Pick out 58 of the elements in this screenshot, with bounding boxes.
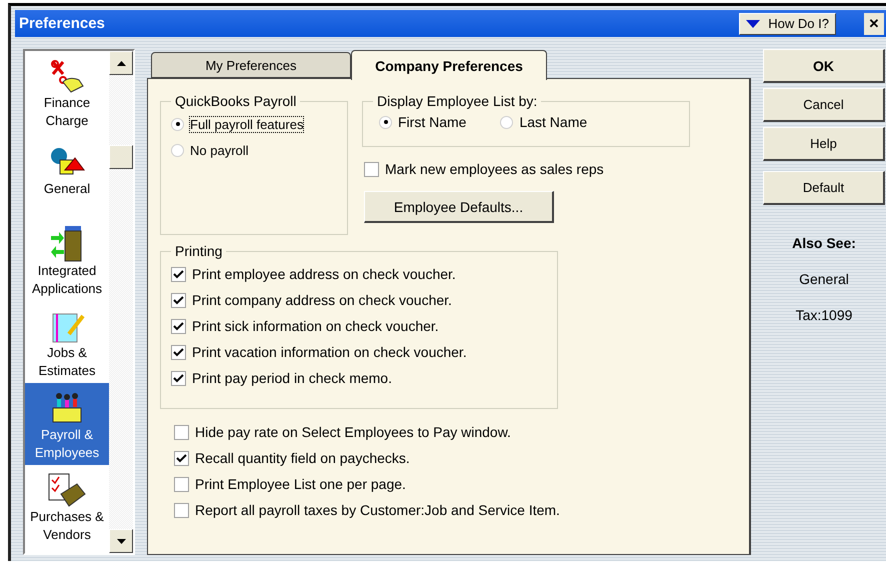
also-see-heading: Also See:: [792, 235, 856, 251]
checkbox-option[interactable]: Mark new employees as sales reps: [364, 153, 690, 185]
check-mark-icon: [173, 346, 184, 358]
dialog-button[interactable]: Help: [763, 127, 885, 161]
checkbox[interactable]: [171, 344, 186, 360]
check-mark-icon: [173, 294, 184, 306]
tab[interactable]: Company Preferences: [351, 50, 547, 80]
radio-option[interactable]: Last Name: [500, 111, 588, 133]
checkbox[interactable]: [171, 318, 186, 334]
checkbox-option[interactable]: Hide pay rate on Select Employees to Pay window.: [174, 419, 737, 445]
checkbox[interactable]: [174, 450, 189, 466]
checkbox-option[interactable]: Recall quantity field on paychecks.: [174, 445, 737, 471]
scroll-up-button[interactable]: [109, 51, 133, 75]
radio-button[interactable]: [500, 116, 514, 128]
check-mark-icon: [173, 320, 184, 332]
checkbox[interactable]: [174, 502, 189, 518]
checkbox[interactable]: [364, 162, 379, 176]
dialog-button[interactable]: OK: [763, 49, 885, 83]
checkbox-option[interactable]: Print company address on check voucher.: [171, 287, 547, 313]
down-arrow-icon: [116, 538, 126, 544]
checkbox-option[interactable]: Print pay period in check memo.: [171, 365, 547, 391]
dialog-button[interactable]: Cancel: [763, 88, 885, 122]
check-mark-icon: [173, 372, 184, 384]
also-see-link[interactable]: Tax:1099: [796, 307, 852, 323]
checkbox[interactable]: [171, 370, 186, 386]
checkbox-option[interactable]: Print employee address on check voucher.: [171, 261, 547, 287]
group-title: Printing: [174, 243, 224, 259]
how-do-i-button[interactable]: How Do I?: [739, 12, 836, 34]
radio-button[interactable]: [379, 116, 392, 128]
checkbox[interactable]: [174, 476, 189, 492]
radio-option[interactable]: Full payroll features: [171, 111, 337, 137]
dialog-button[interactable]: Default: [763, 171, 885, 205]
radio-button[interactable]: [171, 118, 184, 130]
scroll-down-button[interactable]: [109, 529, 133, 553]
employee-defaults-button[interactable]: Employee Defaults...: [364, 191, 554, 223]
up-arrow-icon: [116, 60, 126, 66]
radio-button[interactable]: [171, 144, 184, 156]
checkbox[interactable]: [174, 424, 189, 440]
check-mark-icon: [173, 268, 184, 280]
caret-icon: [746, 20, 760, 28]
radio-option[interactable]: First Name: [379, 111, 466, 133]
checkbox-option[interactable]: Report all payroll taxes by Customer:Job and Service Item.: [174, 497, 737, 523]
tab[interactable]: My Preferences: [151, 52, 351, 78]
checkbox[interactable]: [171, 266, 186, 282]
window-title: Preferences: [19, 15, 106, 32]
scroll-thumb[interactable]: [109, 145, 133, 169]
group-title: Display Employee List by:: [376, 93, 538, 109]
close-button[interactable]: ✕: [864, 12, 884, 34]
category-item[interactable]: Payroll & Employees: [25, 383, 109, 465]
checkbox-option[interactable]: Print Employee List one per page.: [174, 471, 737, 497]
also-see-link[interactable]: General: [799, 271, 849, 287]
checkbox-option[interactable]: Print sick information on check voucher.: [171, 313, 547, 339]
check-mark-icon: [176, 452, 187, 464]
radio-option[interactable]: No payroll: [171, 137, 337, 163]
group-title: QuickBooks Payroll: [174, 93, 298, 109]
scrollbar[interactable]: [109, 51, 133, 553]
checkbox-option[interactable]: Print vacation information on check voucher.: [171, 339, 547, 365]
checkbox[interactable]: [171, 292, 186, 308]
